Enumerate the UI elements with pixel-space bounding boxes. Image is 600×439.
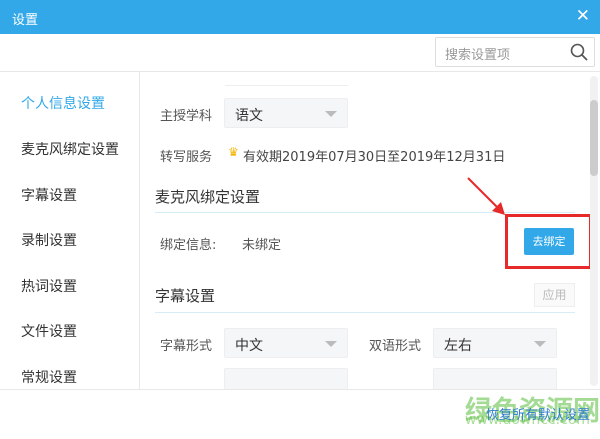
restore-defaults-link[interactable]: 恢复所有默认设置 xyxy=(486,404,590,423)
search-icon[interactable] xyxy=(570,43,588,61)
sidebar-item-profile[interactable]: 个人信息设置 xyxy=(21,93,105,113)
title-bar: 设置 ✕ xyxy=(0,0,600,34)
chevron-down-icon xyxy=(534,341,546,347)
subtitle-form-select[interactable]: 中文 xyxy=(224,328,348,358)
service-validity: 有效期2019年07月30日至2019年12月31日 xyxy=(243,150,506,165)
divider xyxy=(225,85,348,86)
bilingual-value: 左右 xyxy=(444,338,472,354)
close-icon[interactable]: ✕ xyxy=(576,6,590,26)
sidebar-item-hotwords[interactable]: 热词设置 xyxy=(21,276,77,296)
subtitle-form-label: 字幕形式 xyxy=(160,339,213,354)
mic-heading: 麦克风绑定设置 xyxy=(155,188,261,206)
bilingual-label: 双语形式 xyxy=(369,339,422,354)
window-title: 设置 xyxy=(12,13,39,28)
sidebar-item-subtitle[interactable]: 字幕设置 xyxy=(21,185,77,205)
apply-button[interactable]: 应用 xyxy=(534,283,575,307)
chevron-down-icon xyxy=(325,341,337,347)
crown-icon: ♛ xyxy=(228,145,239,159)
bind-button[interactable]: 去绑定 xyxy=(524,228,574,255)
sidebar-item-record[interactable]: 录制设置 xyxy=(21,230,77,250)
subject-label: 主授学科 xyxy=(160,109,213,124)
search-placeholder: 搜索设置项 xyxy=(445,48,511,63)
sidebar-item-general[interactable]: 常规设置 xyxy=(21,367,77,387)
subtitle-form-value: 中文 xyxy=(235,338,263,354)
subject-value: 语文 xyxy=(235,108,263,124)
font-select[interactable] xyxy=(224,368,348,389)
subject-select[interactable]: 语文 xyxy=(224,98,348,128)
bilingual-select[interactable]: 左右 xyxy=(433,328,557,358)
sidebar-item-file[interactable]: 文件设置 xyxy=(21,321,77,341)
size-select[interactable] xyxy=(433,368,557,389)
bind-status: 未绑定 xyxy=(242,238,282,253)
service-label: 转写服务 xyxy=(160,150,213,165)
divider xyxy=(155,212,575,213)
scrollbar[interactable] xyxy=(590,76,598,386)
sidebar-item-mic[interactable]: 麦克风绑定设置 xyxy=(21,139,119,159)
chevron-down-icon xyxy=(325,111,337,117)
search-input[interactable]: 搜索设置项 xyxy=(435,37,595,67)
sidebar: 个人信息设置 麦克风绑定设置 字幕设置 录制设置 热词设置 文件设置 常规设置 xyxy=(0,72,140,390)
bind-label: 绑定信息: xyxy=(160,238,217,253)
subtitle-heading: 字幕设置 xyxy=(155,287,216,305)
arrow-annotation xyxy=(467,177,505,215)
divider xyxy=(155,312,575,313)
scrollbar-thumb[interactable] xyxy=(590,100,598,176)
